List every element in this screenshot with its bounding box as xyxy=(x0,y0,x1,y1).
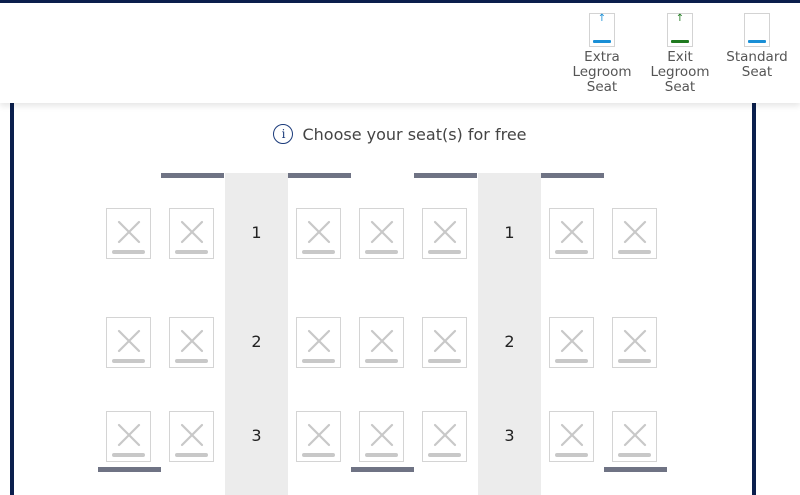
row-number: 3 xyxy=(504,426,515,445)
extra-legroom-seat-icon: ↑ xyxy=(589,13,615,47)
seat-bar xyxy=(302,250,335,254)
seat-unavailable[interactable] xyxy=(612,411,657,462)
unavailable-x-icon xyxy=(623,220,647,244)
seat-bar xyxy=(555,453,588,457)
seat-unavailable[interactable] xyxy=(106,208,151,259)
seat-unavailable[interactable] xyxy=(169,317,214,368)
seat-bar xyxy=(175,453,208,457)
cabin-wall xyxy=(161,173,224,178)
row-number: 1 xyxy=(251,223,262,242)
seat-bar xyxy=(175,359,208,363)
exit-legroom-seat-icon: ↑ xyxy=(667,13,693,47)
unavailable-x-icon xyxy=(117,423,141,447)
unavailable-x-icon xyxy=(307,220,331,244)
seat-bar xyxy=(618,453,651,457)
unavailable-x-icon xyxy=(433,220,457,244)
seat-bar xyxy=(555,359,588,363)
seat-unavailable[interactable] xyxy=(359,317,404,368)
seat-unavailable[interactable] xyxy=(612,317,657,368)
arrow-up-icon: ↑ xyxy=(675,13,685,24)
legend-standard: Standard Seat xyxy=(722,13,792,80)
seat-unavailable[interactable] xyxy=(612,208,657,259)
legend-extra-legroom: ↑ Extra Legroom Seat xyxy=(567,13,637,95)
unavailable-x-icon xyxy=(560,329,584,353)
row-number: 2 xyxy=(504,332,515,351)
row-number: 1 xyxy=(504,223,515,242)
legend-label: Extra Legroom Seat xyxy=(572,49,632,95)
seat-bar xyxy=(175,250,208,254)
legend-label: Standard Seat xyxy=(726,49,788,80)
row-number: 3 xyxy=(251,426,262,445)
seat-bar xyxy=(365,359,398,363)
unavailable-x-icon xyxy=(623,329,647,353)
unavailable-x-icon xyxy=(433,423,457,447)
standard-seat-icon xyxy=(744,13,770,47)
unavailable-x-icon xyxy=(307,423,331,447)
legend-label: Exit Legroom Seat xyxy=(650,49,710,95)
unavailable-x-icon xyxy=(307,329,331,353)
seat-bar xyxy=(428,359,461,363)
unavailable-x-icon xyxy=(433,329,457,353)
seat-notice: i Choose your seat(s) for free xyxy=(0,123,800,144)
seat-unavailable[interactable] xyxy=(422,208,467,259)
unavailable-x-icon xyxy=(370,423,394,447)
seat-unavailable[interactable] xyxy=(106,411,151,462)
seat-unavailable[interactable] xyxy=(169,208,214,259)
unavailable-x-icon xyxy=(180,423,204,447)
seat-bar xyxy=(428,453,461,457)
notice-text: Choose your seat(s) for free xyxy=(302,124,527,144)
cabin-wall xyxy=(288,173,351,178)
unavailable-x-icon xyxy=(370,220,394,244)
unavailable-x-icon xyxy=(623,423,647,447)
cabin-wall xyxy=(98,467,161,472)
row-number: 2 xyxy=(251,332,262,351)
seat-unavailable[interactable] xyxy=(359,208,404,259)
seat-unavailable[interactable] xyxy=(549,411,594,462)
seat-unavailable[interactable] xyxy=(359,411,404,462)
legend-exit-legroom: ↑ Exit Legroom Seat xyxy=(645,13,715,95)
cabin-wall xyxy=(351,467,414,472)
seat-bar xyxy=(618,250,651,254)
unavailable-x-icon xyxy=(180,329,204,353)
seat-unavailable[interactable] xyxy=(296,208,341,259)
seat-unavailable[interactable] xyxy=(422,317,467,368)
info-icon: i xyxy=(273,124,294,144)
unavailable-x-icon xyxy=(117,329,141,353)
unavailable-x-icon xyxy=(560,423,584,447)
seat-bar xyxy=(555,250,588,254)
seat-bar xyxy=(112,250,145,254)
seat-unavailable[interactable] xyxy=(549,208,594,259)
seat-bar xyxy=(112,359,145,363)
unavailable-x-icon xyxy=(180,220,204,244)
cabin-wall xyxy=(414,173,477,178)
seat-unavailable[interactable] xyxy=(422,411,467,462)
seat-unavailable[interactable] xyxy=(296,411,341,462)
cabin-wall xyxy=(541,173,604,178)
seat-bar xyxy=(365,453,398,457)
seat-bar xyxy=(428,250,461,254)
seat-unavailable[interactable] xyxy=(106,317,151,368)
seat-bar xyxy=(112,453,145,457)
unavailable-x-icon xyxy=(117,220,141,244)
seat-bar xyxy=(302,359,335,363)
unavailable-x-icon xyxy=(370,329,394,353)
seat-bar xyxy=(302,453,335,457)
seat-bar xyxy=(365,250,398,254)
seat-bar xyxy=(618,359,651,363)
seat-unavailable[interactable] xyxy=(169,411,214,462)
arrow-up-icon: ↑ xyxy=(597,13,607,24)
cabin-wall xyxy=(604,467,667,472)
seat-legend: ↑ Extra Legroom Seat ↑ Exit Legroom Seat… xyxy=(0,3,800,103)
seat-unavailable[interactable] xyxy=(549,317,594,368)
seat-unavailable[interactable] xyxy=(296,317,341,368)
unavailable-x-icon xyxy=(560,220,584,244)
